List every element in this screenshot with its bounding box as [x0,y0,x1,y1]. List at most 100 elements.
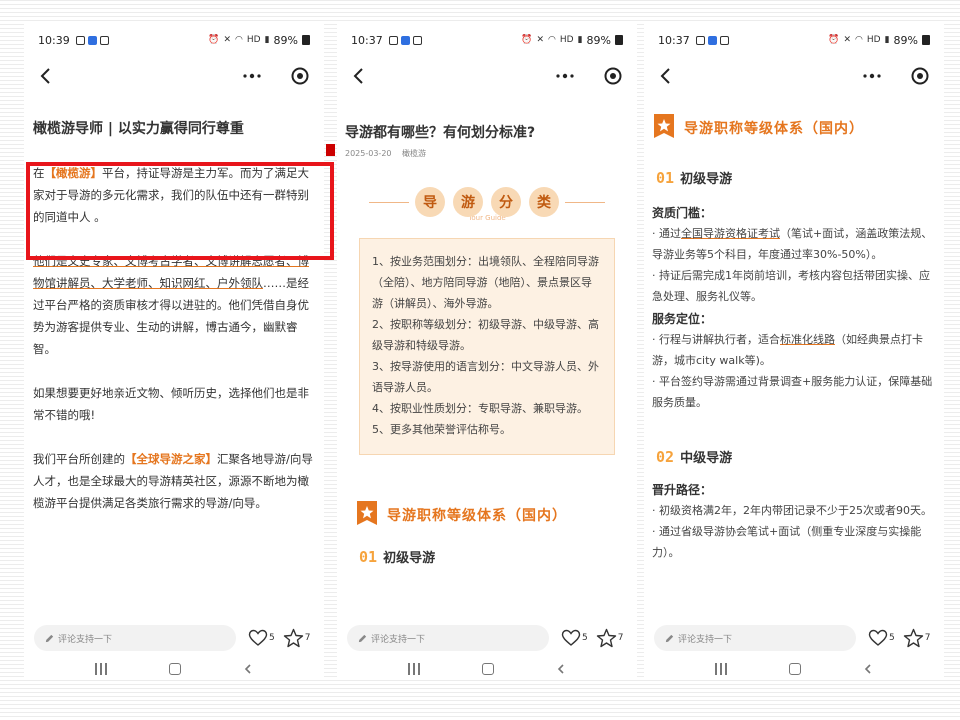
banner-char: 类 [529,187,559,217]
level-title: 中级导游 [680,451,733,466]
like-button[interactable]: 5 [561,629,588,647]
section-title: 导游职称等级体系（国内） [684,121,864,137]
banner-char: 导 [415,187,445,217]
battery-icon [922,35,930,45]
home-icon[interactable] [169,663,181,675]
favorite-button[interactable]: 7 [903,628,930,648]
comment-input[interactable]: 评论支持一下 [34,625,236,651]
nav-bar [24,58,324,94]
comment-input[interactable]: 评论支持一下 [654,625,856,651]
publish-date: 2025-03-20 [345,149,392,158]
recent-apps-icon[interactable] [95,663,107,675]
alarm-icon: ⏰ [828,35,840,45]
list-item: · 平台签约导游需通过背景调查+服务能力认证，保障基础服务质量。 [652,375,933,409]
mute-icon: ✕ [223,35,232,45]
battery-icon [302,35,310,45]
bottom-action-bar: 评论支持一下 5 7 [644,618,944,658]
author-name: 橄榄游 [402,149,427,158]
level-title: 初级导游 [680,172,733,187]
list-item: 4、按职业性质划分：专职导游、兼职导游。 [372,402,588,415]
section-title: 导游职称等级体系（国内） [387,508,567,524]
comment-input[interactable]: 评论支持一下 [347,625,549,651]
list-item: 2、按职称等级划分：初级导游、中级导游、高级导游和特级导游。 [372,318,599,352]
home-icon[interactable] [789,663,801,675]
close-miniprogram-icon[interactable] [603,66,623,86]
level-number: 02 [656,447,675,466]
level-title: 初级导游 [383,551,436,566]
favorite-button[interactable]: 7 [596,628,624,648]
system-back-icon[interactable] [243,664,253,674]
recent-apps-icon[interactable] [408,663,420,675]
community-name: 【全球导游之家】 [125,452,217,466]
comment-placeholder: 评论支持一下 [371,634,426,645]
article-title: 导游都有哪些？有何划分标准? [345,125,536,141]
battery-percent: 89% [893,33,918,47]
back-arrow-icon[interactable] [656,66,676,86]
phone-screen-1: 10:39 ⏰ ✕ ◠ HD ▮ 89% 橄榄游导师 | 以实力赢得同行尊重 在… [24,22,324,680]
level-header: 02 中级导游 [656,447,936,467]
star-ribbon-icon [654,114,674,138]
signal-icon: ▮ [577,35,583,45]
network-label: HD [246,35,261,45]
alarm-icon: ⏰ [521,35,533,45]
heart-icon [248,629,268,646]
system-back-icon[interactable] [556,664,566,674]
system-nav-bar [337,658,637,680]
more-options-icon[interactable] [555,70,575,82]
level-number: 01 [359,547,378,566]
close-miniprogram-icon[interactable] [910,66,930,86]
system-nav-bar [644,658,944,680]
text-span: · 通过 [652,227,681,240]
article-meta: 2025-03-20 橄榄游 [345,148,629,159]
favorite-count: 7 [617,633,624,643]
home-icon[interactable] [482,663,494,675]
like-button[interactable]: 5 [248,629,275,647]
like-button[interactable]: 5 [868,629,895,647]
system-nav-bar [24,658,324,680]
check-notification-icon [412,35,422,45]
level-header: 01 初级导游 [656,168,936,188]
favorite-count: 7 [304,633,311,643]
signal-icon: ▮ [264,35,270,45]
qualification-heading: 资质门槛： [652,206,713,220]
check-notification-icon [99,35,109,45]
mentors-paragraph: 他们是文史专家、文博考古学者、文博讲解志愿者、博物馆讲解员、大学老师、知识网红、… [33,250,316,360]
nav-bar [644,58,944,94]
red-marker [326,144,335,156]
battery-icon [615,35,623,45]
wifi-icon: ◠ [235,35,243,45]
wifi-icon: ◠ [855,35,863,45]
status-bar: 10:37 ⏰ ✕ ◠ HD ▮ 89% [644,22,944,58]
phone-screen-2: 10:37 ⏰ ✕ ◠ HD ▮ 89% 导游都有哪些？有何划分标准? 2025… [337,22,637,680]
route-link-text: 标准化线路 [780,333,835,346]
heart-icon [561,629,581,646]
more-options-icon[interactable] [242,70,262,82]
system-back-icon[interactable] [863,664,873,674]
level-number: 01 [656,168,675,187]
banner-char: 游 [453,187,483,217]
more-options-icon[interactable] [862,70,882,82]
like-count: 5 [269,633,275,643]
pen-icon [665,634,674,642]
app-notification-icon [87,35,97,45]
mute-icon: ✕ [536,35,545,45]
back-arrow-icon[interactable] [36,66,56,86]
favorite-button[interactable]: 7 [283,628,311,648]
close-miniprogram-icon[interactable] [290,66,310,86]
status-time: 10:37 [658,33,690,47]
list-item: · 通过省级导游协会笔试+面试（侧重专业深度与实操能力）。 [652,525,922,559]
platform-paragraph: 我们平台所创建的【全球导游之家】汇聚各地导游/向导人才，也是全球最大的导游精英社… [33,448,316,514]
highlight-annotation-box [26,162,334,260]
back-arrow-icon[interactable] [349,66,369,86]
article-content: 导游都有哪些？有何划分标准? 2025-03-20 橄榄游 导 游 分 类 To… [337,98,637,618]
pen-icon [358,634,367,642]
check-notification-icon [719,35,729,45]
star-ribbon-icon [357,501,377,525]
nav-bar [337,58,637,94]
star-icon [283,628,303,648]
article-title: 橄榄游导师 | 以实力赢得同行尊重 [33,121,244,137]
recommend-paragraph: 如果想要更好地亲近文物、倾听历史，选择他们也是非常不错的哦! [33,386,309,422]
recent-apps-icon[interactable] [715,663,727,675]
position-heading: 服务定位： [652,312,713,326]
gallery-notification-icon [75,35,85,45]
